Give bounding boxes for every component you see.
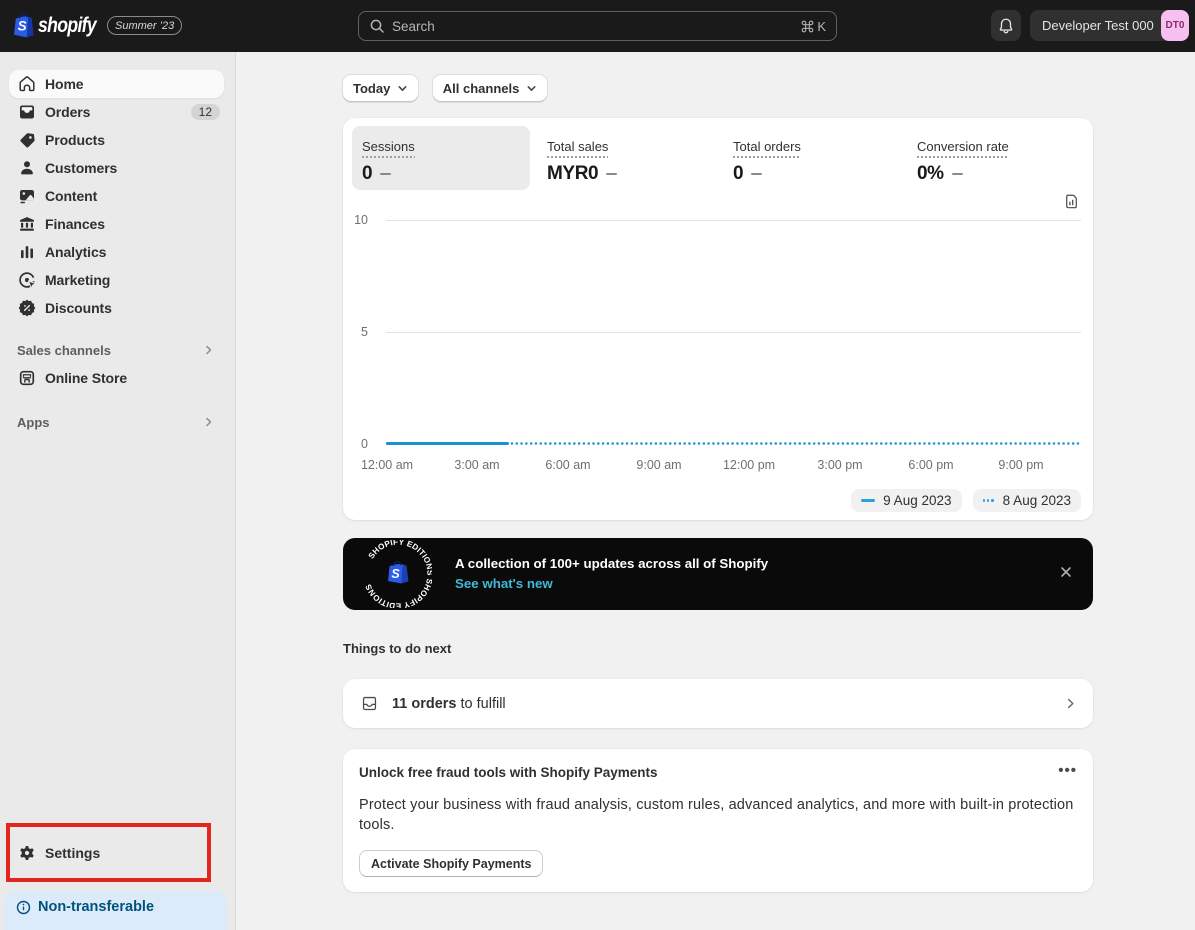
svg-text:S: S [391,567,400,581]
svg-text:S: S [18,19,27,34]
